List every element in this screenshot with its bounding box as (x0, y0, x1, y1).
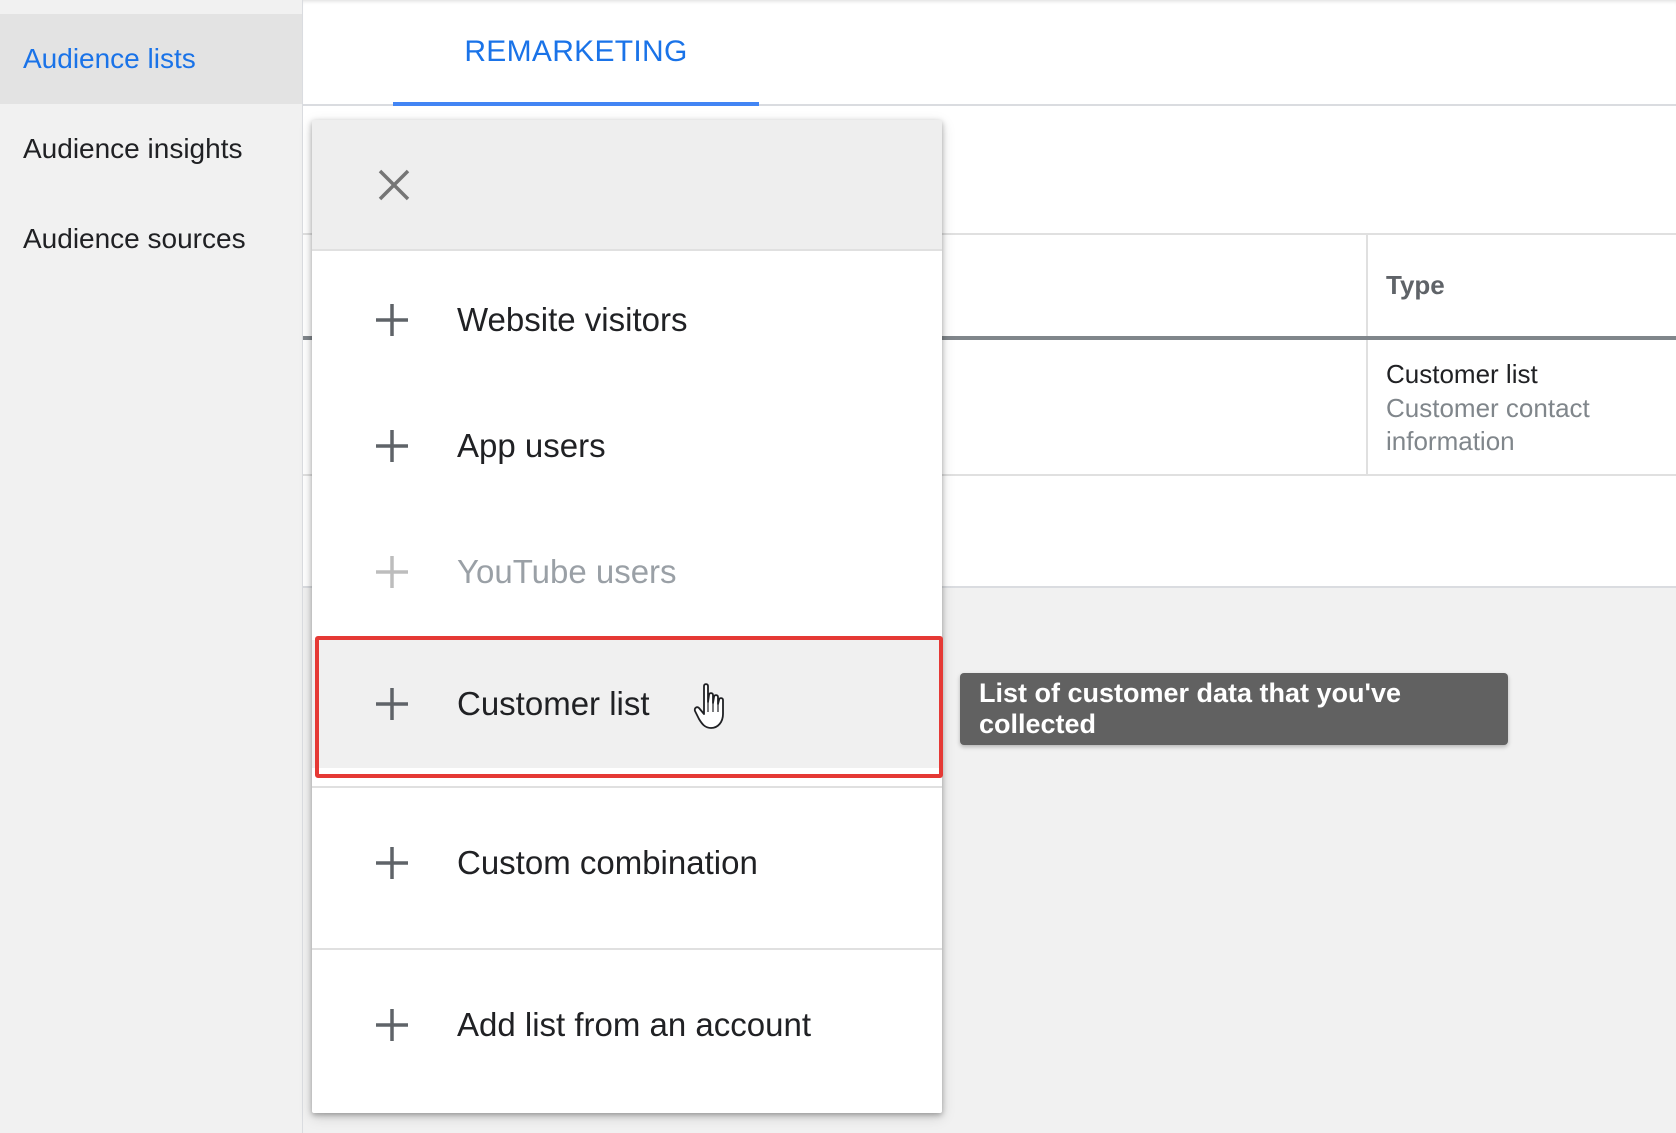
menu-item-label: Customer list (457, 685, 650, 722)
menu-divider (312, 786, 942, 788)
tooltip-text: List of customer data that you've collec… (979, 678, 1401, 739)
plus-icon (376, 556, 408, 588)
sidebar-item-audience-lists[interactable]: Audience lists (0, 14, 302, 104)
plus-icon (376, 304, 408, 336)
plus-icon (376, 1009, 408, 1041)
close-icon[interactable] (376, 167, 412, 203)
tab-remarketing[interactable]: REMARKETING (393, 0, 759, 106)
sidebar-item-label: Audience sources (23, 223, 246, 254)
menu-item-label: Add list from an account (457, 1006, 812, 1043)
menu-item-label: Website visitors (457, 301, 688, 338)
table-cell-type-description: Customer contact information (1386, 393, 1590, 456)
sidebar: Audience lists Audience insights Audienc… (0, 0, 303, 1133)
menu-item-youtube-users: YouTube users (312, 509, 942, 635)
column-divider (1366, 234, 1368, 474)
menu-item-customer-list[interactable]: Customer list (312, 640, 942, 768)
tab-label: REMARKETING (464, 35, 688, 68)
table-cell-type: Customer list (1386, 359, 1538, 389)
menu-item-website-visitors[interactable]: Website visitors (312, 257, 942, 383)
column-header-type[interactable]: Type (1386, 270, 1445, 301)
menu-item-add-list-from-account[interactable]: Add list from an account (312, 962, 942, 1088)
sidebar-item-label: Audience lists (23, 43, 196, 74)
menu-divider (312, 948, 942, 950)
plus-icon (376, 430, 408, 462)
main-header: REMARKETING (303, 0, 1676, 106)
menu-header (312, 120, 942, 251)
plus-icon (376, 847, 408, 879)
sidebar-item-audience-sources[interactable]: Audience sources (0, 194, 302, 284)
add-audience-menu: Website visitors App users YouTube users… (312, 120, 942, 1113)
tooltip: List of customer data that you've collec… (960, 673, 1508, 745)
sidebar-item-audience-insights[interactable]: Audience insights (0, 104, 302, 194)
menu-item-label: YouTube users (457, 553, 677, 590)
menu-item-app-users[interactable]: App users (312, 383, 942, 509)
menu-item-custom-combination[interactable]: Custom combination (312, 800, 942, 926)
menu-item-label: App users (457, 427, 606, 464)
hand-cursor-icon (693, 683, 724, 729)
plus-icon (376, 688, 408, 720)
sidebar-item-label: Audience insights (23, 133, 243, 164)
menu-item-label: Custom combination (457, 844, 758, 881)
